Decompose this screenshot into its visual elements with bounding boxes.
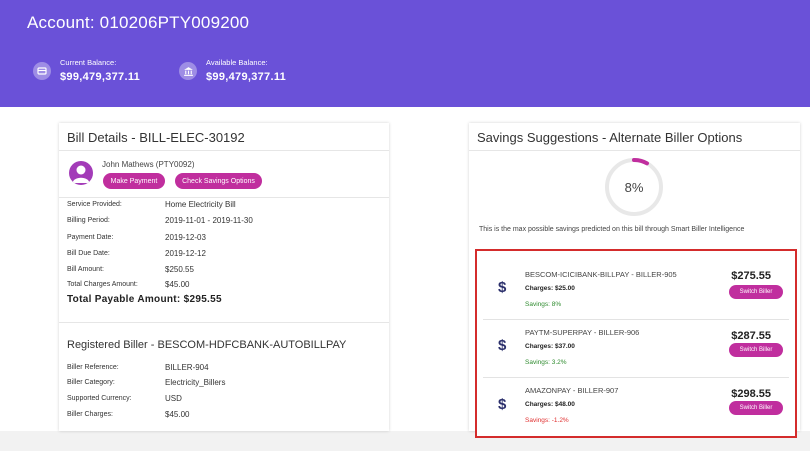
current-balance-label: Current Balance: xyxy=(60,58,117,67)
bank-icon xyxy=(179,62,197,80)
biller-value-reference: BILLER-904 xyxy=(165,363,209,372)
divider xyxy=(59,197,389,198)
bill-details-card: Bill Details - BILL-ELEC-30192 John Math… xyxy=(59,123,389,431)
biller-label-charges: Biller Charges: xyxy=(67,411,113,418)
biller-option-charges: Charges: $48.00 xyxy=(525,401,575,408)
biller-label-currency: Supported Currency: xyxy=(67,395,132,402)
check-savings-button[interactable]: Check Savings Options xyxy=(175,173,262,189)
detail-value-due-date: 2019-12-12 xyxy=(165,249,206,258)
biller-option-price: $287.55 xyxy=(731,330,771,342)
avatar xyxy=(69,161,93,185)
detail-label-period: Billing Period: xyxy=(67,217,110,224)
biller-option-name: BESCOM-ICICIBANK-BILLPAY - BILLER-905 xyxy=(525,270,677,279)
dollar-icon: $ xyxy=(498,337,507,354)
registered-biller-title: Registered Biller - BESCOM-HDFCBANK-AUTO… xyxy=(67,339,347,351)
biller-option-name: AMAZONPAY - BILLER-907 xyxy=(525,386,619,395)
wallet-icon xyxy=(33,62,51,80)
list-item: $ AMAZONPAY - BILLER-907 Charges: $48.00… xyxy=(479,377,793,435)
dollar-icon: $ xyxy=(498,279,507,296)
switch-biller-button[interactable]: Switch Biller xyxy=(729,401,783,415)
biller-option-price: $275.55 xyxy=(731,270,771,282)
detail-value-total-charges: $45.00 xyxy=(165,280,190,289)
available-balance-amount: $99,479,377.11 xyxy=(206,71,287,83)
biller-label-category: Biller Category: xyxy=(67,379,115,386)
savings-percent: 8% xyxy=(624,179,644,195)
biller-option-savings: Savings: -1.2% xyxy=(525,417,569,424)
detail-value-period: 2019-11-01 - 2019-11-30 xyxy=(165,216,253,225)
biller-label-reference: Biller Reference: xyxy=(67,364,119,371)
detail-value-bill-amount: $250.55 xyxy=(165,265,194,274)
switch-biller-button[interactable]: Switch Biller xyxy=(729,285,783,299)
detail-value-service: Home Electricity Bill xyxy=(165,200,236,209)
biller-option-savings: Savings: 8% xyxy=(525,301,562,308)
dollar-icon: $ xyxy=(498,396,507,413)
biller-option-price: $298.55 xyxy=(731,388,771,400)
user-name: John Mathews (PTY0092) xyxy=(102,160,195,169)
savings-description: This is the max possible savings predict… xyxy=(479,226,745,233)
detail-label-total-charges: Total Charges Amount: xyxy=(67,281,138,288)
current-balance-amount: $99,479,377.11 xyxy=(60,71,141,83)
detail-label-due-date: Bill Due Date: xyxy=(67,250,110,257)
switch-biller-button[interactable]: Switch Biller xyxy=(729,343,783,357)
biller-option-name: PAYTM-SUPERPAY - BILLER-906 xyxy=(525,328,640,337)
detail-label-bill-amount: Bill Amount: xyxy=(67,266,104,273)
divider xyxy=(59,150,389,151)
account-title: Account: 010206PTY009200 xyxy=(27,13,250,32)
alternate-biller-list: $ BESCOM-ICICIBANK-BILLPAY - BILLER-905 … xyxy=(475,249,797,438)
list-item: $ BESCOM-ICICIBANK-BILLPAY - BILLER-905 … xyxy=(479,261,793,319)
list-item: $ PAYTM-SUPERPAY - BILLER-906 Charges: $… xyxy=(479,319,793,377)
biller-option-charges: Charges: $25.00 xyxy=(525,285,575,292)
account-header: Account: 010206PTY009200 Current Balance… xyxy=(0,0,810,107)
biller-value-category: Electricity_Billers xyxy=(165,378,226,387)
divider xyxy=(469,150,800,151)
savings-title: Savings Suggestions - Alternate Biller O… xyxy=(477,130,743,145)
make-payment-button[interactable]: Make Payment xyxy=(103,173,165,189)
divider xyxy=(59,322,389,323)
biller-option-savings: Savings: 3.2% xyxy=(525,359,567,366)
detail-value-payment-date: 2019-12-03 xyxy=(165,233,206,242)
bill-details-title: Bill Details - BILL-ELEC-30192 xyxy=(67,130,245,145)
total-payable-amount: Total Payable Amount: $295.55 xyxy=(67,294,222,305)
biller-option-charges: Charges: $37.00 xyxy=(525,343,575,350)
biller-value-currency: USD xyxy=(165,394,182,403)
detail-label-service: Service Provided: xyxy=(67,201,122,208)
detail-label-payment-date: Payment Date: xyxy=(67,234,114,241)
available-balance-label: Available Balance: xyxy=(206,58,268,67)
biller-value-charges: $45.00 xyxy=(165,410,190,419)
